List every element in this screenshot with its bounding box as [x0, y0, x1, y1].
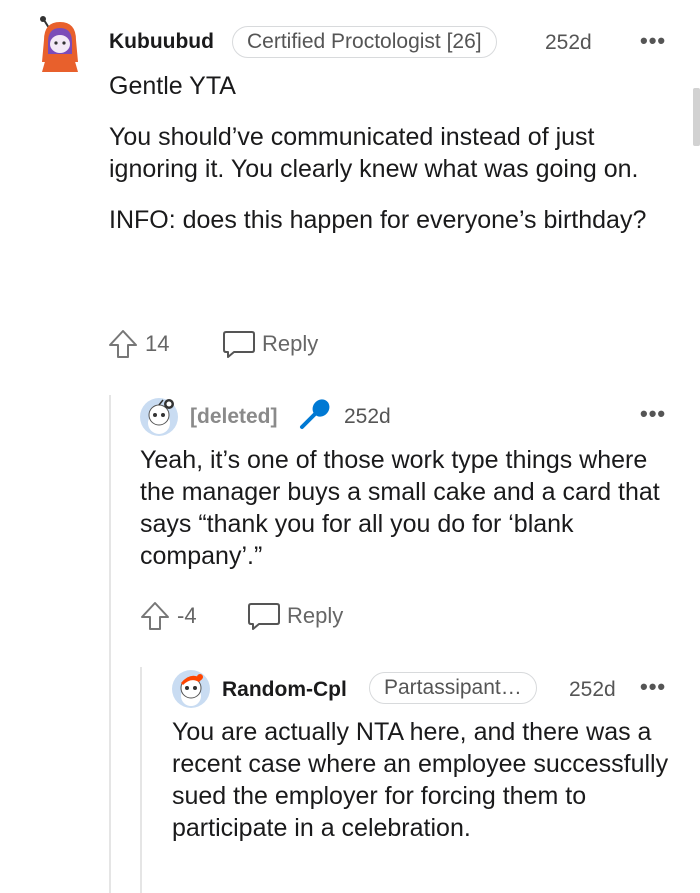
snoo-avatar-icon: [172, 670, 210, 708]
user-flair: Partassipant…: [369, 672, 537, 704]
microphone-icon: [298, 397, 332, 431]
avatar[interactable]: [38, 14, 82, 72]
username[interactable]: Kubuubud: [109, 30, 214, 54]
scrollbar[interactable]: [693, 88, 700, 146]
avatar[interactable]: [139, 397, 179, 437]
comment-paragraph: Yeah, it’s one of those work type things…: [140, 446, 660, 570]
more-options-button[interactable]: •••: [640, 28, 666, 54]
vote-count: 14: [145, 331, 170, 356]
reply-bubble-icon: [223, 331, 255, 358]
username[interactable]: [deleted]: [190, 405, 278, 429]
reply-label: Reply: [287, 603, 344, 628]
comment-body: Gentle YTA You should’ve communicated in…: [109, 70, 669, 236]
upvote-button[interactable]: 14: [107, 328, 169, 360]
comment-age: 252d: [569, 678, 616, 701]
comment-age: 252d: [545, 31, 592, 54]
reply-bubble-icon: [248, 603, 280, 630]
avatar[interactable]: [171, 669, 211, 709]
comment-paragraph: You should’ve communicated instead of ju…: [109, 123, 639, 183]
upvote-arrow-icon: [109, 330, 137, 358]
upvote-button[interactable]: -4: [139, 600, 197, 632]
comment-paragraph: You are actually NTA here, and there was…: [172, 718, 669, 842]
more-options-button[interactable]: •••: [640, 401, 666, 427]
comment-body: You are actually NTA here, and there was…: [172, 716, 677, 844]
comment-paragraph: INFO: does this happen for everyone’s bi…: [109, 206, 647, 234]
reply-button[interactable]: Reply: [247, 600, 343, 632]
vote-count: -4: [177, 603, 197, 628]
upvote-arrow-icon: [141, 602, 169, 630]
snoo-avatar-icon: [140, 398, 178, 436]
comment-paragraph: Gentle YTA: [109, 72, 236, 100]
reply-button[interactable]: Reply: [222, 328, 318, 360]
thread-line-level1: [109, 395, 111, 893]
comment-body: Yeah, it’s one of those work type things…: [140, 444, 680, 572]
username[interactable]: Random-Cpl: [222, 678, 347, 702]
more-options-button[interactable]: •••: [640, 674, 666, 700]
thread-line-level2: [140, 667, 142, 893]
reply-label: Reply: [262, 331, 319, 356]
avatar-girl-icon: [40, 16, 78, 72]
comment-age: 252d: [344, 405, 391, 428]
user-flair: Certified Proctologist [26]: [232, 26, 497, 58]
